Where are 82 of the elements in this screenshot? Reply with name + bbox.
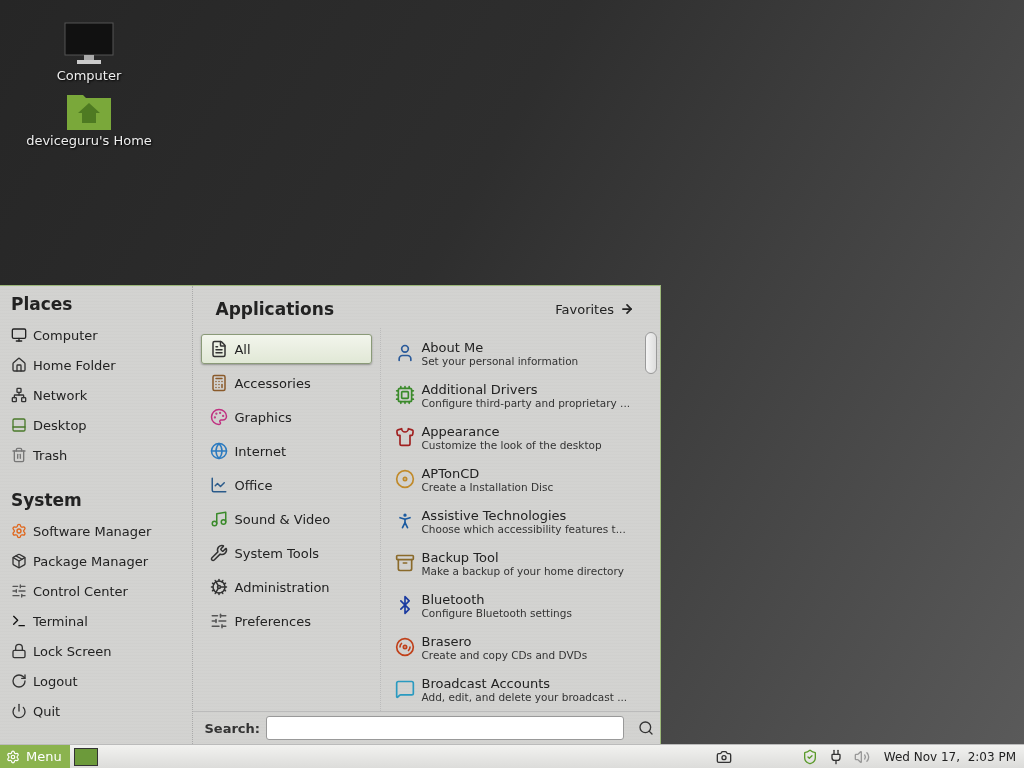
app-description: Customize the look of the desktop bbox=[421, 438, 602, 451]
app-description: Make a backup of your home directory bbox=[421, 564, 624, 577]
globe-icon bbox=[210, 442, 229, 460]
app-description: Set your personal information bbox=[421, 354, 579, 367]
place-item[interactable]: Home Folder bbox=[33, 357, 116, 373]
show-desktop-icon[interactable] bbox=[73, 747, 98, 766]
palette-icon bbox=[210, 408, 229, 426]
network-icon bbox=[11, 387, 27, 403]
desktop-icon-label[interactable]: deviceguru's Home bbox=[26, 133, 152, 148]
place-item[interactable]: Computer bbox=[33, 327, 98, 343]
power-icon bbox=[11, 703, 27, 719]
category-item[interactable]: All bbox=[201, 334, 373, 364]
category-item[interactable]: Administration bbox=[201, 572, 373, 602]
arrow-icon bbox=[620, 302, 634, 316]
app-description: Configure third-party and proprietary ... bbox=[421, 396, 631, 409]
app-description: Choose which accessibility features t... bbox=[421, 522, 626, 535]
house-icon bbox=[11, 357, 27, 373]
app-description: Configure Bluetooth settings bbox=[421, 606, 572, 619]
camera-icon[interactable] bbox=[715, 748, 732, 765]
sliders-icon bbox=[210, 612, 229, 630]
monitor-icon bbox=[64, 22, 114, 66]
app-name[interactable]: Additional Drivers bbox=[421, 381, 631, 397]
app-name[interactable]: Brasero bbox=[421, 633, 588, 649]
clock[interactable]: Wed Nov 17, 2:03 PM bbox=[883, 749, 1016, 764]
system-item[interactable]: Quit bbox=[33, 703, 61, 719]
calculator-icon bbox=[210, 374, 229, 392]
package-icon bbox=[11, 553, 27, 569]
app-name[interactable]: Broadcast Accounts bbox=[421, 675, 628, 691]
gear-icon bbox=[6, 749, 20, 764]
system-item[interactable]: Control Center bbox=[33, 583, 128, 599]
section-heading: Places bbox=[11, 294, 74, 314]
scrollbar-thumb[interactable] bbox=[645, 332, 657, 374]
category-item[interactable]: Office bbox=[201, 470, 373, 500]
category-item[interactable]: System Tools bbox=[201, 538, 373, 568]
wrench-icon bbox=[210, 544, 229, 562]
search-label: Search: bbox=[204, 720, 260, 736]
favorites-button[interactable]: Favorites bbox=[555, 301, 634, 317]
app-description: Add, edit, and delete your broadcast ... bbox=[421, 690, 628, 703]
sliders-icon bbox=[11, 583, 27, 599]
chip-icon bbox=[395, 385, 416, 405]
app-name[interactable]: About Me bbox=[421, 339, 579, 355]
system-item[interactable]: Terminal bbox=[33, 613, 88, 629]
app-description: Create and copy CDs and DVDs bbox=[421, 648, 588, 661]
gear-icon bbox=[210, 578, 229, 596]
category-item[interactable]: Sound & Video bbox=[201, 504, 373, 534]
chat-icon bbox=[395, 679, 416, 699]
app-name[interactable]: Backup Tool bbox=[421, 549, 624, 565]
monitor-icon bbox=[11, 327, 27, 343]
disc-icon bbox=[395, 637, 416, 657]
place-item[interactable]: Network bbox=[33, 387, 88, 403]
category-item[interactable]: Accessories bbox=[201, 368, 373, 398]
gear-icon bbox=[11, 523, 27, 539]
place-item[interactable]: Desktop bbox=[33, 417, 87, 433]
category-item[interactable]: Preferences bbox=[201, 606, 373, 636]
shirt-icon bbox=[395, 427, 416, 447]
category-item[interactable]: Graphics bbox=[201, 402, 373, 432]
system-item[interactable]: Lock Screen bbox=[33, 643, 112, 659]
app-name[interactable]: APTonCD bbox=[421, 465, 554, 481]
system-item[interactable]: Logout bbox=[33, 673, 78, 689]
disc-icon bbox=[395, 469, 416, 489]
section-heading: System bbox=[11, 490, 83, 510]
music-icon bbox=[210, 510, 229, 528]
system-item[interactable]: Package Manager bbox=[33, 553, 148, 569]
shield-check-icon[interactable] bbox=[801, 748, 818, 765]
app-name[interactable]: Assistive Technologies bbox=[421, 507, 626, 523]
chart-icon bbox=[210, 476, 229, 494]
lock-icon bbox=[11, 643, 27, 659]
search-icon[interactable] bbox=[638, 720, 654, 736]
place-item[interactable]: Trash bbox=[33, 447, 68, 463]
desktop-icon bbox=[11, 417, 27, 433]
terminal-icon bbox=[11, 613, 27, 629]
trash-icon bbox=[11, 447, 27, 463]
app-description: Create a Installation Disc bbox=[421, 480, 554, 493]
archive-icon bbox=[395, 553, 416, 573]
category-item[interactable]: Internet bbox=[201, 436, 373, 466]
search-field[interactable] bbox=[266, 716, 624, 740]
desktop-icon-label[interactable]: Computer bbox=[56, 68, 122, 83]
app-name[interactable]: Bluetooth bbox=[421, 591, 572, 607]
document-icon bbox=[210, 340, 229, 358]
system-item[interactable]: Software Manager bbox=[33, 523, 152, 539]
app-name[interactable]: Appearance bbox=[421, 423, 602, 439]
section-heading: Applications bbox=[215, 299, 335, 319]
